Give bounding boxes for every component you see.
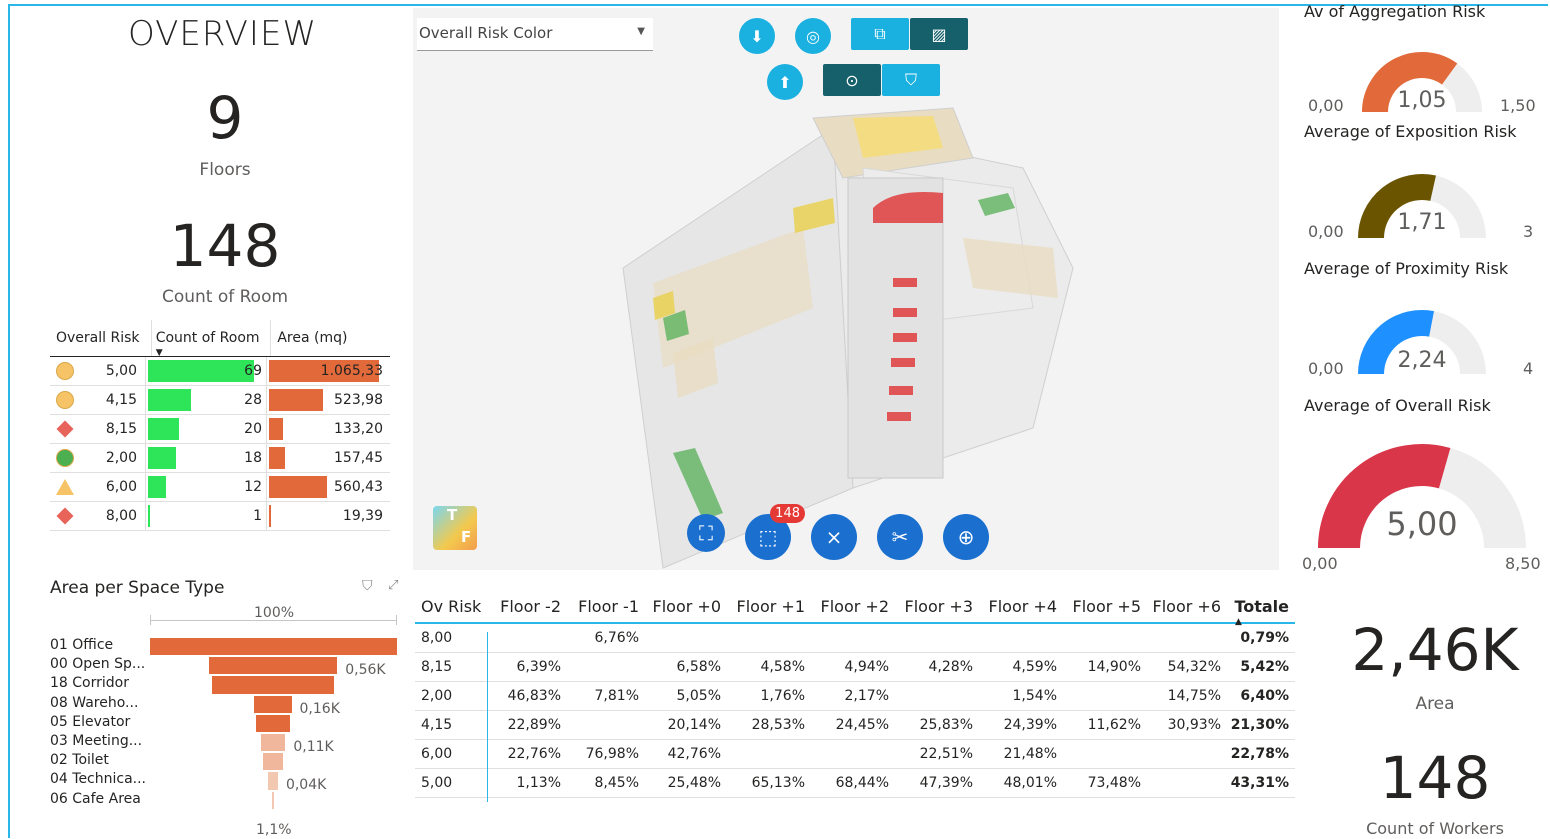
gauge-max-label: 8,50 (1505, 554, 1541, 573)
gauge-arc (1318, 444, 1526, 549)
area-value: 2,46K (1351, 616, 1519, 684)
workers-label: Count of Workers (1366, 819, 1504, 838)
gauge-value: 5,00 (1386, 505, 1458, 543)
area-label: Area (1415, 694, 1455, 714)
gauge-min-label: 0,00 (1302, 554, 1338, 573)
workers-value: 148 (1379, 744, 1491, 812)
